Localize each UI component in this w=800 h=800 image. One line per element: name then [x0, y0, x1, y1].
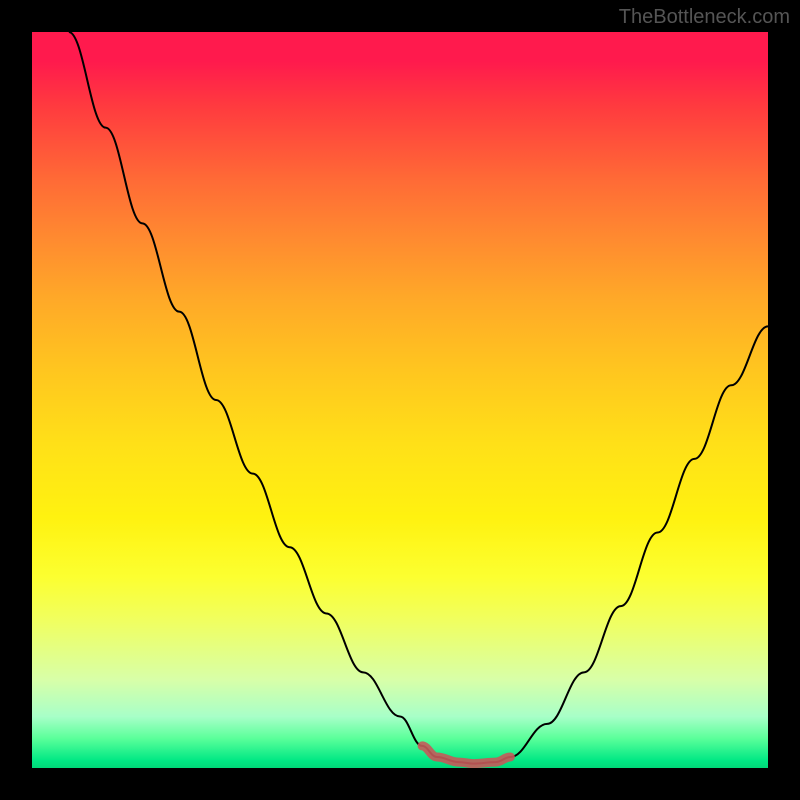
- gradient-background: [32, 32, 768, 768]
- chart-plot-area: [32, 32, 768, 768]
- attribution-text: TheBottleneck.com: [619, 6, 790, 29]
